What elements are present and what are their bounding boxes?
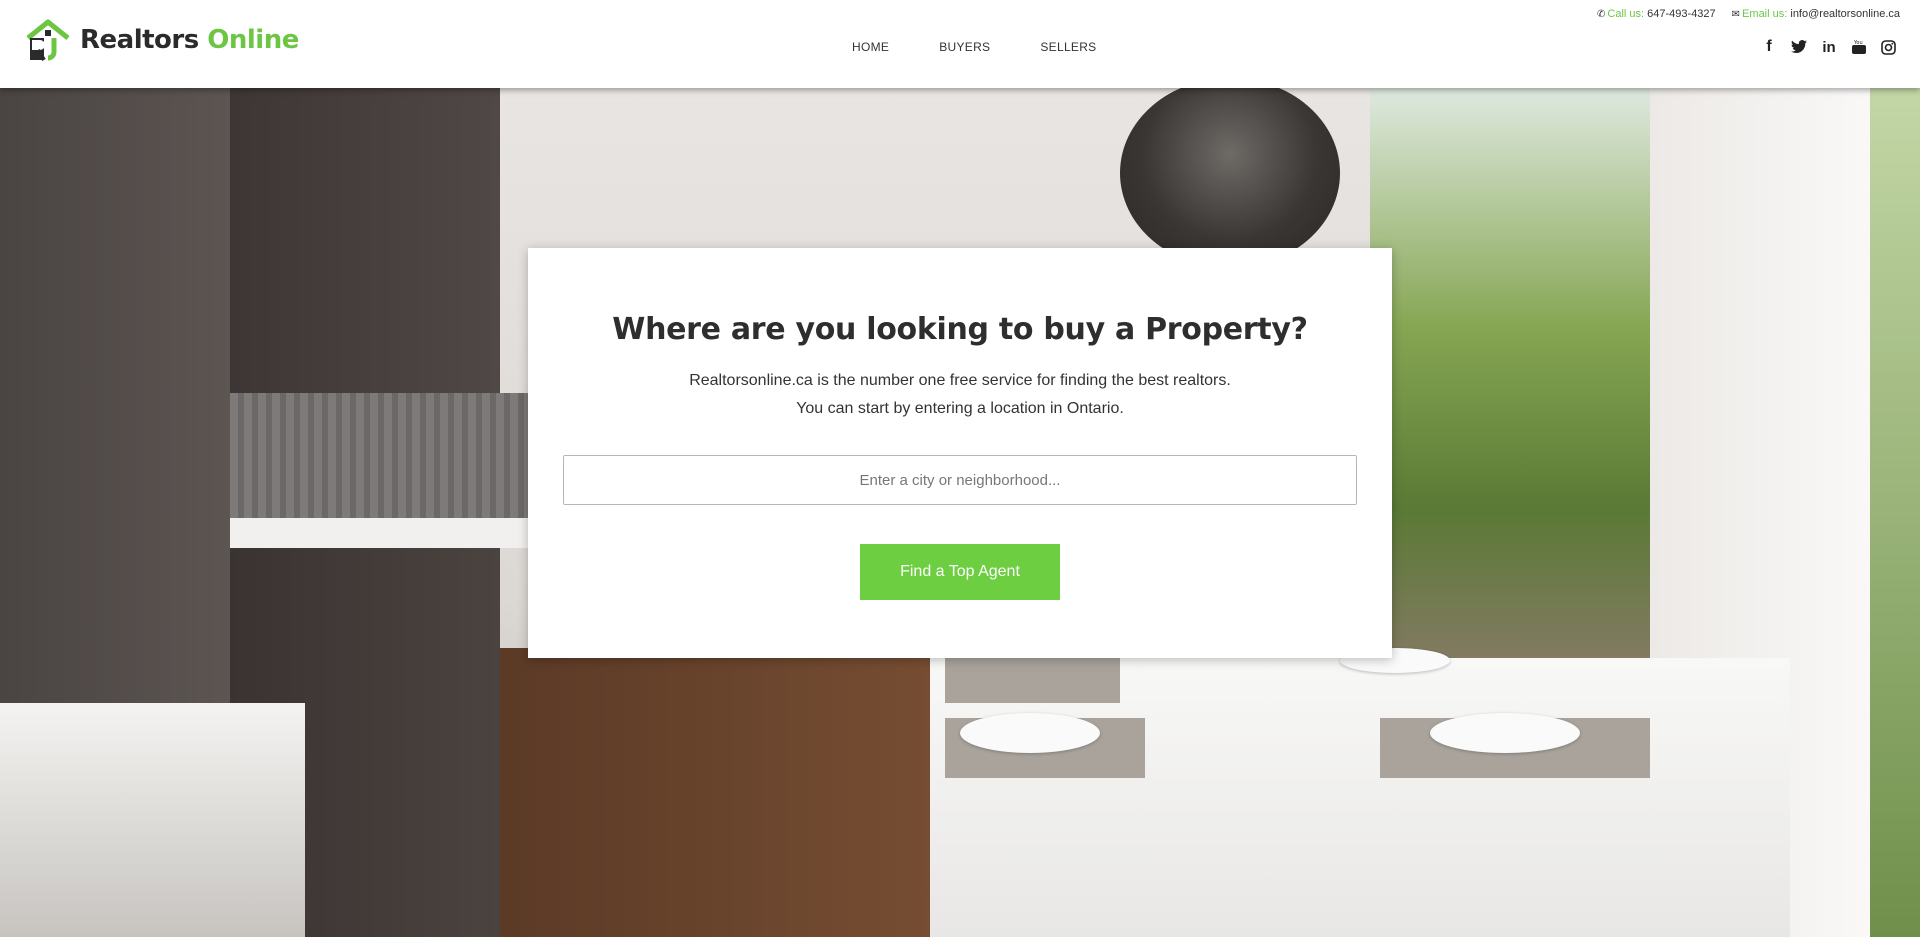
main-nav: HOME BUYERS SELLERS bbox=[852, 40, 1097, 54]
site-header: Realtors Online HOME BUYERS SELLERS ✆ Cal… bbox=[0, 0, 1920, 88]
linkedin-icon[interactable]: in bbox=[1821, 39, 1837, 56]
youtube-icon[interactable]: You bbox=[1851, 39, 1867, 55]
search-card: Where are you looking to buy a Property?… bbox=[528, 248, 1392, 658]
find-agent-button[interactable]: Find a Top Agent bbox=[860, 544, 1060, 600]
social-links: f in You bbox=[1761, 38, 1896, 56]
facebook-icon[interactable]: f bbox=[1761, 38, 1777, 56]
location-search-input[interactable] bbox=[563, 455, 1357, 505]
email-address: info@realtorsonline.ca bbox=[1790, 8, 1900, 20]
twitter-icon[interactable] bbox=[1791, 40, 1807, 54]
intro-line-2: You can start by entering a location in … bbox=[796, 400, 1124, 417]
phone-icon: ✆ bbox=[1597, 9, 1606, 20]
nav-item-home[interactable]: HOME bbox=[852, 40, 889, 54]
contact-bar: ✆ Call us: 647-493-4327 ✉ Email us: info@r… bbox=[1597, 8, 1900, 20]
email-label: Email us: bbox=[1742, 8, 1788, 20]
phone-label: Call us: bbox=[1607, 8, 1645, 20]
phone-number: 647-493-4327 bbox=[1647, 8, 1716, 20]
page-title: Where are you looking to buy a Property? bbox=[612, 312, 1308, 347]
house-logo-icon bbox=[26, 19, 70, 62]
svg-text:You: You bbox=[1853, 40, 1863, 46]
envelope-icon: ✉ bbox=[1731, 9, 1741, 20]
brand-logo[interactable]: Realtors Online bbox=[24, 18, 299, 62]
brand-name-part1: Realtors bbox=[80, 25, 199, 55]
brand-name: Realtors Online bbox=[80, 25, 299, 55]
phone-contact[interactable]: ✆ Call us: 647-493-4327 bbox=[1597, 8, 1716, 20]
intro-text: Realtorsonline.ca is the number one free… bbox=[528, 367, 1392, 423]
nav-item-buyers[interactable]: BUYERS bbox=[939, 40, 990, 54]
email-contact[interactable]: ✉ Email us: info@realtorsonline.ca bbox=[1732, 8, 1900, 20]
nav-item-sellers[interactable]: SELLERS bbox=[1040, 40, 1096, 54]
intro-line-1: Realtorsonline.ca is the number one free… bbox=[689, 372, 1231, 389]
instagram-icon[interactable] bbox=[1881, 39, 1896, 55]
brand-name-part2: Online bbox=[207, 25, 299, 55]
